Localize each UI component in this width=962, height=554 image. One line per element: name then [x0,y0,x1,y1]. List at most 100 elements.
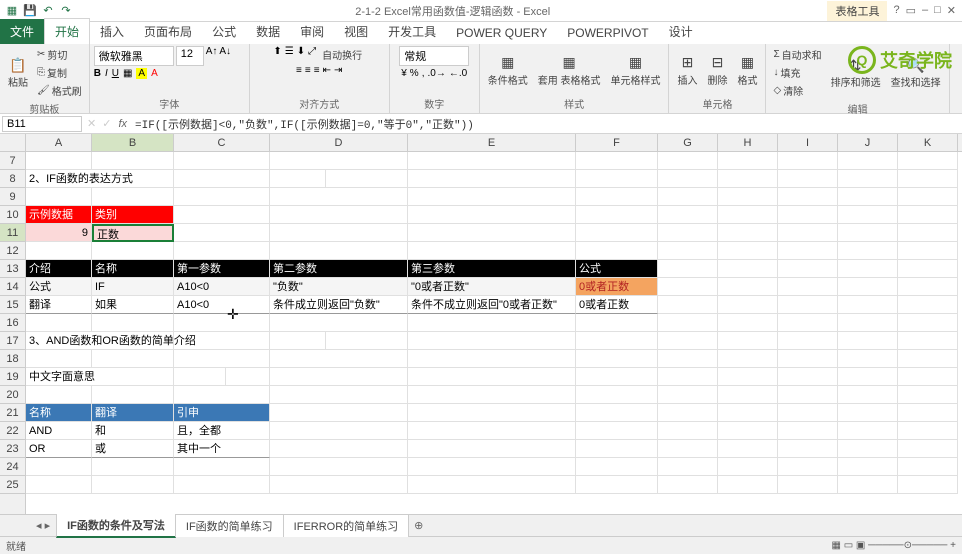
cell-H10[interactable] [718,206,778,224]
cell-G7[interactable] [658,152,718,170]
col-header-F[interactable]: F [576,134,658,151]
row-header-10[interactable]: 10 [0,206,25,224]
cell-J18[interactable] [838,350,898,368]
orientation-icon[interactable]: ⤢ [308,46,316,63]
cell-J16[interactable] [838,314,898,332]
indent-increase-icon[interactable]: ⇥ [334,65,342,76]
cell-K18[interactable] [898,350,958,368]
cell-A11[interactable]: 9 [26,224,92,242]
cell-E22[interactable] [408,422,576,440]
cell-J12[interactable] [838,242,898,260]
cell-C21[interactable]: 引申 [174,404,270,422]
enter-formula-icon[interactable]: ✓ [99,117,114,130]
cell-A7[interactable] [26,152,92,170]
cell-F8[interactable] [576,170,658,188]
cell-C9[interactable] [174,188,270,206]
cell-E17[interactable] [408,332,576,350]
number-format-combo[interactable]: 常规 [399,46,469,66]
cell-E8[interactable] [408,170,576,188]
cell-F13[interactable]: 公式 [576,260,658,278]
cell-J9[interactable] [838,188,898,206]
cell-H12[interactable] [718,242,778,260]
col-header-E[interactable]: E [408,134,576,151]
cell-D10[interactable] [270,206,408,224]
cell-E12[interactable] [408,242,576,260]
cell-F12[interactable] [576,242,658,260]
cell-C12[interactable] [174,242,270,260]
cell-E11[interactable] [408,224,576,242]
cell-H21[interactable] [718,404,778,422]
row-header-14[interactable]: 14 [0,278,25,296]
cell-A10[interactable]: 示例数据 [26,206,92,224]
cell-D19[interactable] [270,368,408,386]
cell-B18[interactable] [92,350,174,368]
cell-D18[interactable] [270,350,408,368]
cell-F22[interactable] [576,422,658,440]
col-header-D[interactable]: D [270,134,408,151]
increase-font-icon[interactable]: A↑ [206,46,218,66]
cell-H7[interactable] [718,152,778,170]
cell-C20[interactable] [174,386,270,404]
cell-C16[interactable] [174,314,270,332]
decrease-font-icon[interactable]: A↓ [219,46,231,66]
close-icon[interactable]: ✕ [947,4,956,17]
cell-D23[interactable] [270,440,408,458]
cell-G18[interactable] [658,350,718,368]
cell-C11[interactable] [174,224,270,242]
cell-K25[interactable] [898,476,958,494]
cell-H20[interactable] [718,386,778,404]
cell-B9[interactable] [92,188,174,206]
row-header-18[interactable]: 18 [0,350,25,368]
cell-A12[interactable] [26,242,92,260]
cell-E9[interactable] [408,188,576,206]
cell-C7[interactable] [174,152,270,170]
row-header-15[interactable]: 15 [0,296,25,314]
cell-G16[interactable] [658,314,718,332]
cell-E20[interactable] [408,386,576,404]
cell-H13[interactable] [718,260,778,278]
col-header-K[interactable]: K [898,134,958,151]
copy-button[interactable]: ⎘ 复制 [34,64,85,81]
cell-I24[interactable] [778,458,838,476]
cell-I9[interactable] [778,188,838,206]
tab-data[interactable]: 数据 [246,19,290,44]
row-header-25[interactable]: 25 [0,476,25,494]
cell-F24[interactable] [576,458,658,476]
cell-G10[interactable] [658,206,718,224]
cell-H17[interactable] [718,332,778,350]
cell-E16[interactable] [408,314,576,332]
cell-C15[interactable]: A10<0 [174,296,270,314]
cell-K23[interactable] [898,440,958,458]
cell-G9[interactable] [658,188,718,206]
cell-F15[interactable]: 0或者正数 [576,296,658,314]
cell-E19[interactable] [408,368,576,386]
cell-D17[interactable] [270,332,408,350]
cell-F17[interactable] [576,332,658,350]
font-name-combo[interactable]: 微软雅黑 [94,46,174,66]
cell-G19[interactable] [658,368,718,386]
cell-F14[interactable]: 0或者正数 [576,278,658,296]
cell-H15[interactable] [718,296,778,314]
cell-D14[interactable]: "负数" [270,278,408,296]
font-size-combo[interactable]: 12 [176,46,204,66]
underline-button[interactable]: U [112,68,119,79]
cell-D12[interactable] [270,242,408,260]
cell-F7[interactable] [576,152,658,170]
row-header-8[interactable]: 8 [0,170,25,188]
fill-color-button[interactable]: A [136,68,147,79]
cell-H11[interactable] [718,224,778,242]
cell-F10[interactable] [576,206,658,224]
cell-G23[interactable] [658,440,718,458]
cell-D8[interactable] [270,170,408,188]
conditional-format-button[interactable]: ▦条件格式 [484,52,532,89]
cell-I14[interactable] [778,278,838,296]
cell-J21[interactable] [838,404,898,422]
cell-K13[interactable] [898,260,958,278]
format-button[interactable]: ▦格式 [733,52,761,89]
cell-C18[interactable] [174,350,270,368]
font-color-button[interactable]: A [151,68,158,79]
cell-G14[interactable] [658,278,718,296]
cell-E10[interactable] [408,206,576,224]
cell-B14[interactable]: IF [92,278,174,296]
currency-icon[interactable]: ¥ [401,68,407,79]
